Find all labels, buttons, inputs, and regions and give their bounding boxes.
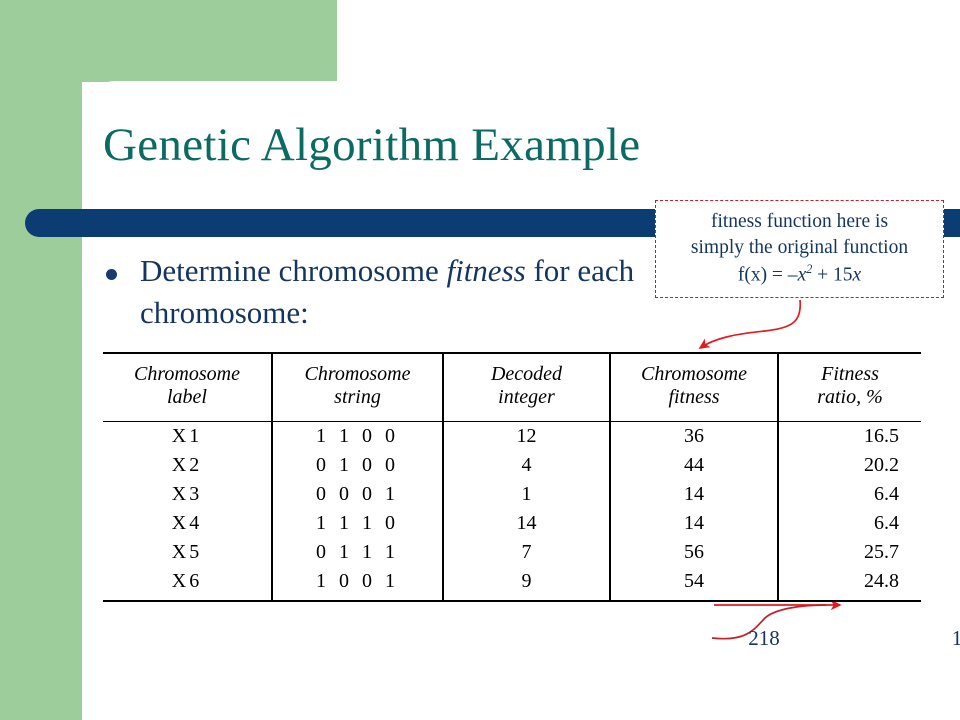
table-row: X6 1 0 0 1 9 54 24.8	[103, 566, 921, 601]
cell-fitness: 14	[610, 479, 779, 509]
cell-string: 1 0 0 1	[272, 566, 444, 601]
bullet-text-emphasis: fitness	[446, 253, 526, 288]
header-line-2: fitness	[668, 386, 720, 409]
green-sidebar	[0, 0, 82, 720]
slide-title: Genetic Algorithm Example	[103, 119, 641, 171]
table-header: Chromosome label Chromosome string Decod…	[103, 353, 921, 422]
total-fitness-value: 218	[748, 626, 780, 650]
table-row: X4 1 1 1 0 14 14 6.4	[103, 508, 921, 538]
cell-integer: 4	[443, 450, 611, 480]
cell-ratio: 16.5	[864, 424, 899, 447]
header-line-1: Chromosome	[304, 363, 411, 385]
bullet-text: Determine chromosome fitness for each ch…	[140, 250, 660, 334]
cell-string: 0 1 1 1	[272, 537, 444, 567]
header-line-1: Decoded	[490, 363, 563, 385]
callout-box: fitness function here is simply the orig…	[655, 200, 944, 298]
header-line-1: Chromosome	[641, 363, 747, 385]
formula-variable-2: x	[852, 264, 862, 286]
cell-integer: 9	[443, 566, 611, 601]
cell-string: 1 1 0 0	[272, 421, 444, 451]
total-ratio-value: 100.0	[951, 626, 960, 650]
cell-string: 1 1 1 0	[272, 508, 444, 538]
header-line-2: label	[167, 386, 207, 409]
cell-fitness: 14	[610, 508, 779, 538]
header-line-2: integer	[498, 386, 555, 409]
cell-label: X2	[103, 450, 273, 480]
header-line-1: Chromosome	[134, 363, 240, 385]
cell-fitness: 44	[610, 450, 779, 480]
callout-formula: f(x) = –x2 + 15x	[738, 261, 861, 289]
header-line-1: Fitness	[821, 363, 879, 385]
cell-fitness: 54	[610, 566, 779, 601]
bullet-dot-icon	[106, 269, 117, 280]
callout-line-2: simply the original function	[690, 237, 909, 259]
cell-fitness: 56	[610, 537, 779, 567]
cell-integer: 1	[443, 479, 611, 509]
cell-integer: 14	[443, 508, 611, 538]
formula-prefix: f(x) = –	[737, 264, 798, 286]
cell-ratio: 24.8	[864, 569, 899, 592]
column-header-chromosome-string: Chromosome string	[272, 353, 444, 422]
cell-ratio: 20.2	[864, 453, 899, 476]
cell-label: X1	[103, 421, 273, 451]
bullet-text-before: Determine chromosome	[140, 253, 447, 288]
bullet-item: Determine chromosome fitness for each ch…	[100, 250, 660, 334]
callout-line-1: fitness function here is	[710, 211, 889, 233]
cell-label: X3	[103, 479, 273, 509]
cell-ratio: 6.4	[874, 511, 899, 534]
cell-fitness: 36	[610, 421, 779, 451]
table-row: X1 1 1 0 0 12 36 16.5	[103, 421, 921, 451]
formula-variable-1: x	[797, 264, 807, 286]
header-line-2: ratio, %	[817, 386, 883, 409]
slide-canvas: Genetic Algorithm Example Determine chro…	[0, 0, 960, 720]
cell-ratio: 6.4	[874, 482, 899, 505]
cell-integer: 12	[443, 421, 611, 451]
header-line-2: string	[334, 386, 381, 409]
column-header-chromosome-fitness: Chromosome fitness	[610, 353, 779, 422]
cell-label: X4	[103, 508, 273, 538]
column-header-chromosome-label: Chromosome label	[103, 353, 273, 422]
formula-middle: + 15	[812, 264, 853, 286]
table-header-row: Chromosome label Chromosome string Decod…	[103, 353, 921, 422]
cell-label: X5	[103, 537, 273, 567]
chromosome-fitness-table: Chromosome label Chromosome string Decod…	[103, 352, 921, 602]
cell-ratio: 25.7	[864, 540, 899, 563]
totals-row: 218 100.0	[103, 626, 960, 656]
column-header-decoded-integer: Decoded integer	[443, 353, 611, 422]
table-row: X3 0 0 0 1 1 14 6.4	[103, 479, 921, 509]
column-header-fitness-ratio: Fitness ratio, %	[778, 353, 921, 421]
cell-string: 0 1 0 0	[272, 450, 444, 480]
cell-integer: 7	[443, 537, 611, 567]
table-row: X2 0 1 0 0 4 44 20.2	[103, 450, 921, 480]
table-row: X5 0 1 1 1 7 56 25.7	[103, 537, 921, 567]
cell-label: X6	[103, 566, 273, 601]
table-body: X1 1 1 0 0 12 36 16.5 X2 0 1 0 0 4 44 20…	[103, 421, 921, 601]
cell-string: 0 0 0 1	[272, 479, 444, 509]
